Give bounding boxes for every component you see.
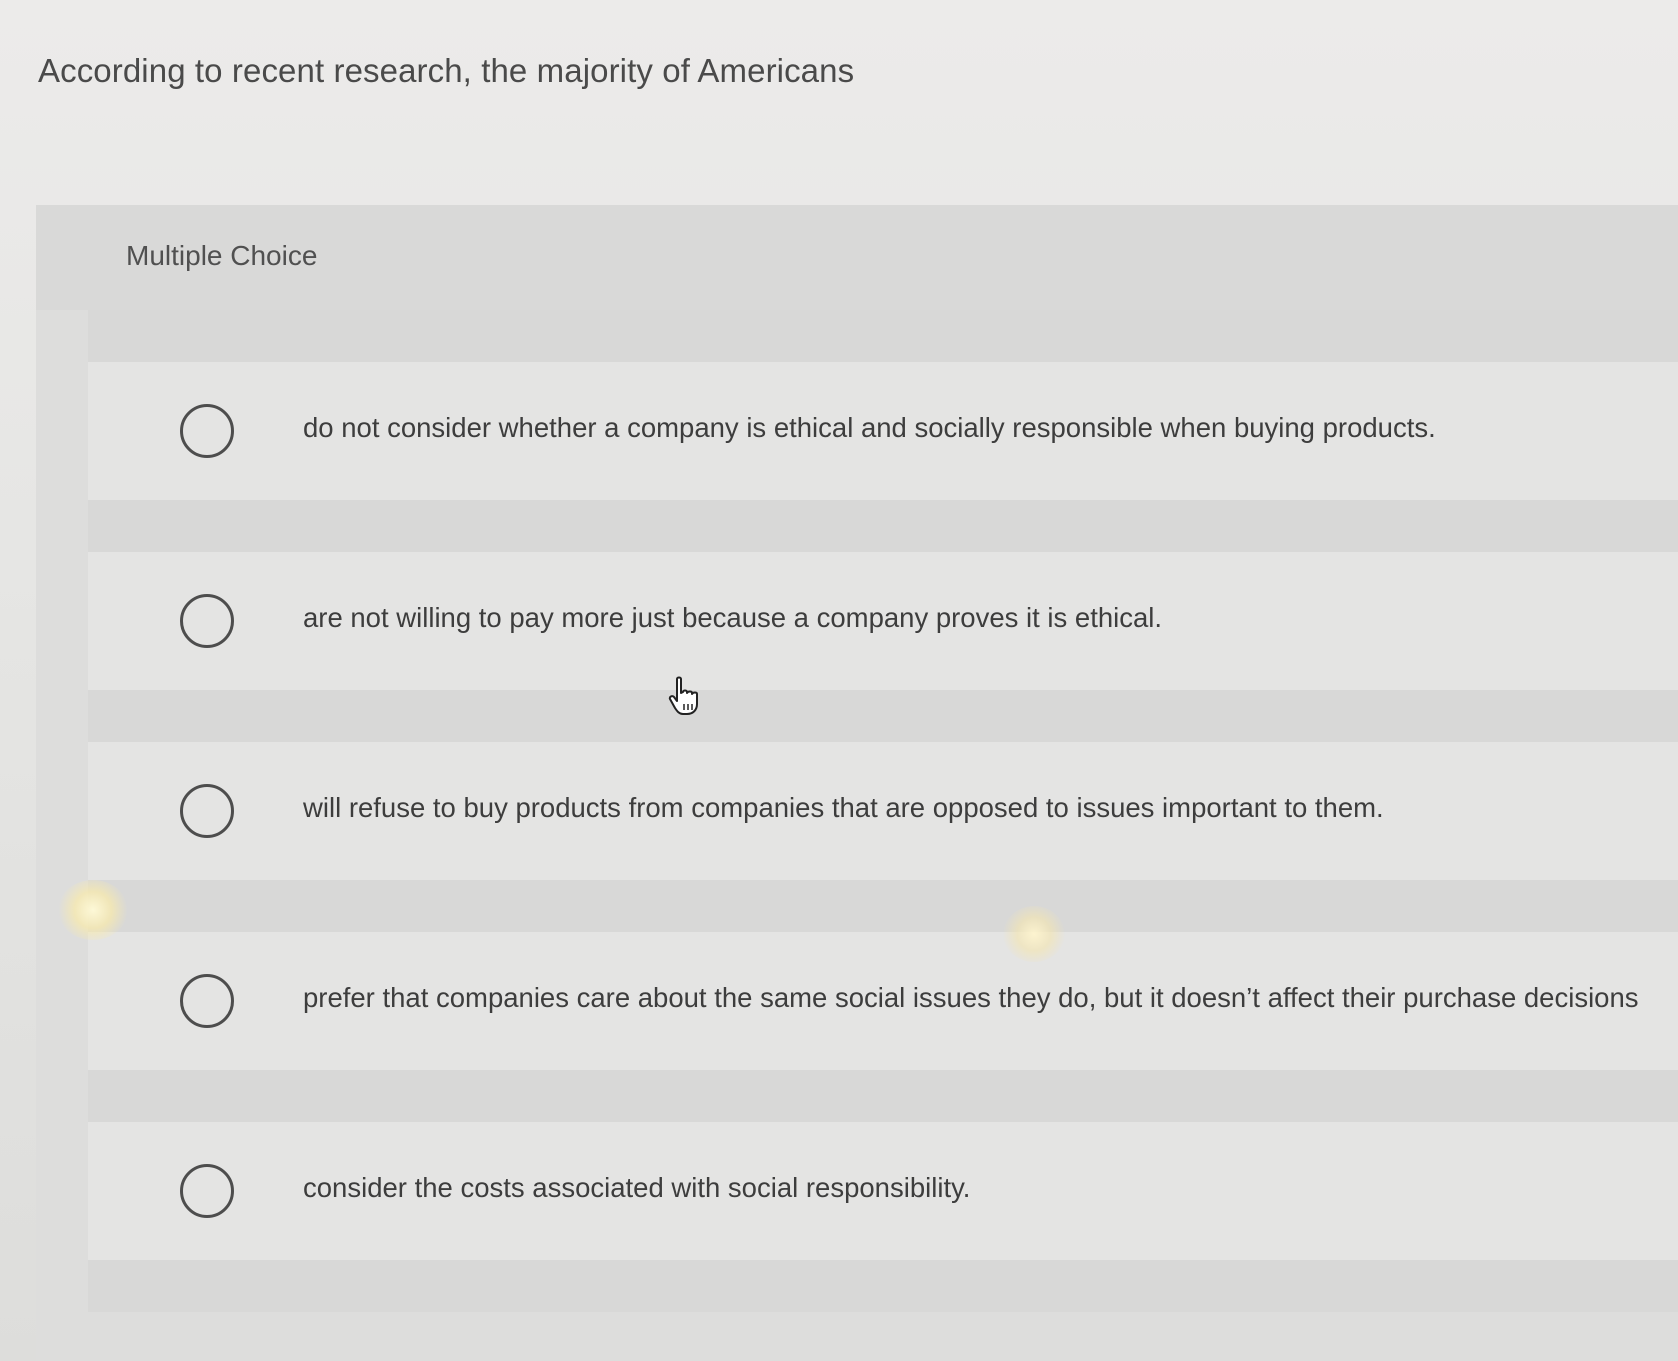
radio-unselected-icon[interactable] <box>180 1164 234 1218</box>
answer-option-3[interactable]: will refuse to buy products from compani… <box>88 742 1678 880</box>
answer-option-label: prefer that companies care about the sam… <box>303 982 1639 1013</box>
answer-option-label: consider the costs associated with socia… <box>303 1172 971 1203</box>
answer-option-5[interactable]: consider the costs associated with socia… <box>88 1122 1678 1260</box>
option-separator <box>88 500 1678 552</box>
answer-option-4[interactable]: prefer that companies care about the sam… <box>88 932 1678 1070</box>
option-separator <box>88 1070 1678 1122</box>
radio-unselected-icon[interactable] <box>180 594 234 648</box>
multiple-choice-panel: Multiple Choice do not consider whether … <box>36 205 1678 1361</box>
answer-option-label: do not consider whether a company is eth… <box>303 412 1436 443</box>
option-separator <box>88 1260 1678 1312</box>
hand-pointer-icon <box>668 676 698 715</box>
radio-unselected-icon[interactable] <box>180 974 234 1028</box>
answer-option-2[interactable]: are not willing to pay more just because… <box>88 552 1678 690</box>
question-type-label: Multiple Choice <box>126 240 318 271</box>
answer-option-label: will refuse to buy products from compani… <box>303 792 1384 823</box>
option-separator <box>88 310 1678 362</box>
option-separator <box>88 880 1678 932</box>
answer-option-1[interactable]: do not consider whether a company is eth… <box>88 362 1678 500</box>
question-prompt: According to recent research, the majori… <box>38 52 855 89</box>
radio-unselected-icon[interactable] <box>180 784 234 838</box>
answer-option-label: are not willing to pay more just because… <box>303 602 1163 633</box>
panel-header: Multiple Choice <box>36 205 1678 310</box>
option-separator <box>88 690 1678 742</box>
radio-unselected-icon[interactable] <box>180 404 234 458</box>
